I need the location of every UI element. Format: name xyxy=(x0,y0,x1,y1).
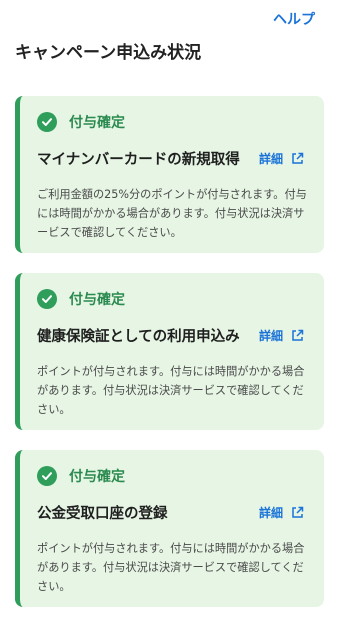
campaign-title: マイナンバーカードの新規取得 xyxy=(37,152,240,168)
detail-link[interactable]: 詳細 xyxy=(259,327,304,344)
detail-label: 詳細 xyxy=(258,506,283,520)
detail-label: 詳細 xyxy=(258,152,283,166)
status-label: 付与確定 xyxy=(69,115,125,131)
campaign-description: ポイントが付与されます。付与には時間がかかる場合があります。付与状況は決済サービ… xyxy=(37,542,305,593)
campaign-card-public-account: 付与確定 公金受取口座の登録 詳細 ポイントが付与されます。付与には時間がかかる… xyxy=(15,450,324,607)
campaign-title: 健康保険証としての利用申込み xyxy=(37,329,240,345)
campaign-description: ご利用金額の25%分のポイントが付与されます。付与には時間がかかる場合があります… xyxy=(37,188,307,239)
campaign-list: 付与確定 マイナンバーカードの新規取得 詳細 ご利用金額の25%分のポイントが付… xyxy=(15,96,324,627)
detail-link[interactable]: 詳細 xyxy=(259,150,304,167)
check-circle-icon xyxy=(37,466,57,486)
external-link-icon xyxy=(291,506,304,519)
external-link-icon xyxy=(291,152,304,165)
status-row: 付与確定 xyxy=(37,466,125,486)
status-label: 付与確定 xyxy=(69,292,125,308)
status-label: 付与確定 xyxy=(69,469,125,485)
page-title: キャンペーン申込み状況 xyxy=(15,43,202,63)
detail-label: 詳細 xyxy=(258,329,283,343)
check-circle-icon xyxy=(37,112,57,132)
campaign-title: 公金受取口座の登録 xyxy=(37,506,168,522)
help-link[interactable]: ヘルプ xyxy=(273,9,315,29)
external-link-icon xyxy=(291,329,304,342)
campaign-description: ポイントが付与されます。付与には時間がかかる場合があります。付与状況は決済サービ… xyxy=(37,365,305,416)
campaign-card-health-insurance: 付与確定 健康保険証としての利用申込み 詳細 ポイントが付与されます。付与には時… xyxy=(15,273,324,430)
check-circle-icon xyxy=(37,289,57,309)
detail-link[interactable]: 詳細 xyxy=(259,504,304,521)
campaign-card-mynumber: 付与確定 マイナンバーカードの新規取得 詳細 ご利用金額の25%分のポイントが付… xyxy=(15,96,324,253)
status-row: 付与確定 xyxy=(37,289,125,309)
status-row: 付与確定 xyxy=(37,112,125,132)
